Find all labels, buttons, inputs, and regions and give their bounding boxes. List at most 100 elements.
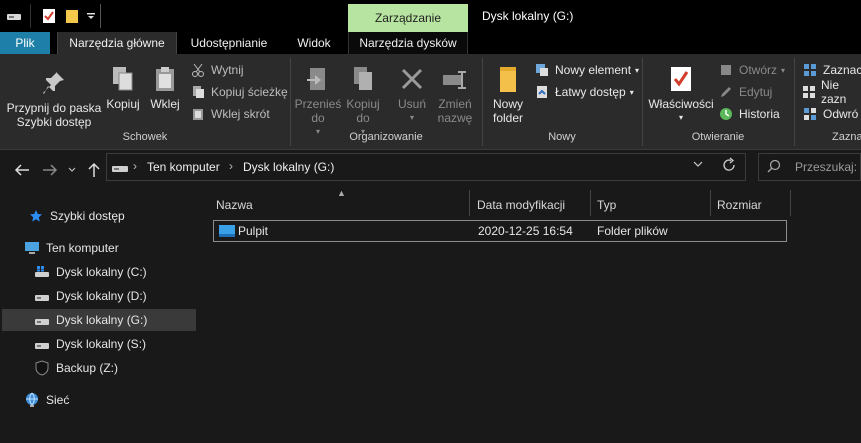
pin-quick-access-button[interactable]: Przypnij do paska Szybki dostęp — [6, 68, 102, 129]
edit-label: Edytuj — [739, 85, 773, 99]
easy-access-button[interactable]: Łatwy dostęp ▾ — [534, 82, 634, 102]
address-history-chevron-icon[interactable] — [693, 159, 703, 170]
drive-icon[interactable] — [6, 6, 22, 26]
drive-icon — [34, 288, 50, 304]
sort-ascending-icon: ▲ — [337, 188, 346, 198]
new-group-label: Nowy — [548, 131, 576, 143]
nav-label: Szybki dostęp — [50, 209, 125, 223]
breadcrumb-current-drive[interactable]: Dysk lokalny (G:) — [243, 160, 334, 174]
open-button[interactable]: Otwórz ▾ — [718, 60, 785, 80]
pin-icon — [39, 68, 69, 98]
nav-item-backup-z[interactable]: Backup (Z:) — [2, 357, 196, 379]
shield-drive-icon — [34, 360, 50, 376]
chevron-down-icon: ▾ — [678, 113, 683, 122]
easy-access-icon — [534, 84, 550, 100]
move-to-label: Przenieś do — [294, 97, 342, 125]
copy-path-icon — [190, 84, 206, 100]
easy-access-label: Łatwy dostęp — [555, 85, 626, 99]
tab-home[interactable]: Narzędzia główne — [57, 32, 177, 54]
network-icon — [24, 392, 40, 408]
cut-button[interactable]: Wytnij — [190, 60, 244, 80]
customize-quick-access-icon[interactable] — [86, 6, 96, 26]
computer-icon — [24, 240, 40, 256]
up-arrow-icon[interactable] — [84, 160, 104, 180]
copy-button[interactable]: Kopiuj — [104, 64, 142, 111]
clipboard-icon — [150, 64, 180, 94]
column-divider[interactable] — [790, 190, 791, 216]
address-bar[interactable]: › Ten komputer › Dysk lokalny (G:) — [106, 153, 746, 181]
nav-item-drive-d[interactable]: Dysk lokalny (D:) — [2, 285, 196, 307]
window-title: Dysk lokalny (G:) — [482, 9, 574, 23]
column-divider[interactable] — [590, 190, 591, 216]
properties-label: Właściwości — [648, 97, 714, 111]
rename-button[interactable]: Zmień nazwę — [434, 64, 476, 125]
qat-separator — [100, 4, 101, 28]
table-row[interactable]: Pulpit 2020-12-25 16:54 Folder plików — [213, 220, 787, 242]
select-all-icon — [802, 62, 818, 78]
file-list: ▲ Nazwa Data modyfikacji Typ Rozmiar Pul… — [197, 188, 861, 443]
nav-item-this-pc[interactable]: Ten komputer — [2, 237, 196, 259]
copy-label: Kopiuj — [106, 97, 140, 111]
column-header-type[interactable]: Typ — [597, 194, 616, 216]
refresh-icon[interactable] — [721, 157, 737, 177]
new-folder-button[interactable]: Nowy folder — [488, 64, 528, 125]
copy-to-label: Kopiuj do — [346, 97, 380, 125]
delete-label: Usuń — [397, 97, 426, 111]
tab-view[interactable]: Widok — [286, 32, 342, 54]
paste-shortcut-icon — [190, 106, 206, 122]
file-date-cell: 2020-12-25 16:54 — [478, 224, 573, 238]
copy-path-button[interactable]: Kopiuj ścieżkę — [190, 82, 288, 102]
search-icon — [767, 159, 781, 176]
file-type-cell: Folder plików — [597, 224, 668, 238]
invert-selection-label: Odwró — [823, 107, 859, 121]
edit-icon — [718, 84, 734, 100]
breadcrumb-separator: › — [133, 159, 137, 173]
breadcrumb-separator: › — [229, 159, 233, 173]
properties-icon — [666, 64, 696, 94]
copy-to-button[interactable]: Kopiuj do ▾ — [342, 64, 384, 139]
select-none-label: Nie zazn — [821, 78, 847, 106]
history-button[interactable]: Historia — [718, 104, 780, 124]
desktop-folder-icon — [218, 224, 236, 241]
recent-locations-chevron-icon[interactable] — [62, 160, 82, 180]
new-folder-quick-icon[interactable] — [65, 6, 79, 26]
history-label: Historia — [739, 107, 780, 121]
nav-item-drive-g[interactable]: Dysk lokalny (G:) — [2, 309, 196, 331]
paste-shortcut-button[interactable]: Wklej skrót — [190, 104, 270, 124]
properties-quick-icon[interactable] — [42, 6, 56, 26]
navigation-pane: Szybki dostęp Ten komputer Dysk lokalny … — [0, 188, 196, 443]
chevron-down-icon: ▾ — [635, 65, 640, 75]
tab-share[interactable]: Udostępnianie — [181, 32, 277, 54]
tab-file[interactable]: Plik — [0, 32, 50, 54]
select-all-button[interactable]: Zaznacz — [802, 60, 861, 80]
select-none-button[interactable]: Nie zazn — [802, 78, 861, 106]
copy-path-label: Kopiuj ścieżkę — [211, 85, 288, 99]
move-to-button[interactable]: Przenieś do ▾ — [294, 64, 342, 139]
new-item-button[interactable]: Nowy element ▾ — [534, 60, 639, 80]
pin-label: Przypnij do paska Szybki dostęp — [6, 101, 102, 129]
column-header-name[interactable]: Nazwa — [216, 194, 253, 216]
properties-button[interactable]: Właściwości ▾ — [648, 64, 714, 125]
edit-button[interactable]: Edytuj — [718, 82, 772, 102]
drive-icon — [111, 160, 129, 177]
breadcrumb-this-pc[interactable]: Ten komputer — [147, 160, 220, 174]
nav-item-drive-c[interactable]: Dysk lokalny (C:) — [2, 261, 196, 283]
open-icon — [718, 62, 734, 78]
forward-arrow-icon[interactable] — [40, 160, 60, 180]
column-divider[interactable] — [469, 190, 470, 216]
new-folder-label: Nowy folder — [492, 97, 524, 125]
invert-selection-icon — [802, 106, 818, 122]
nav-item-drive-s[interactable]: Dysk lokalny (S:) — [2, 333, 196, 355]
nav-item-network[interactable]: Sieć — [2, 389, 196, 411]
tab-drive-tools[interactable]: Narzędzia dysków — [348, 32, 468, 54]
nav-item-quick-access[interactable]: Szybki dostęp — [2, 205, 196, 227]
column-header-date[interactable]: Data modyfikacji — [477, 194, 565, 216]
invert-selection-button[interactable]: Odwró — [802, 104, 858, 124]
paste-button[interactable]: Wklej — [146, 64, 184, 111]
select-none-icon — [802, 84, 816, 100]
back-arrow-icon[interactable] — [12, 160, 32, 180]
column-divider[interactable] — [710, 190, 711, 216]
delete-button[interactable]: Usuń ▾ — [392, 64, 432, 125]
search-box[interactable]: Przeszukaj: D — [758, 153, 861, 181]
column-header-size[interactable]: Rozmiar — [717, 194, 762, 216]
